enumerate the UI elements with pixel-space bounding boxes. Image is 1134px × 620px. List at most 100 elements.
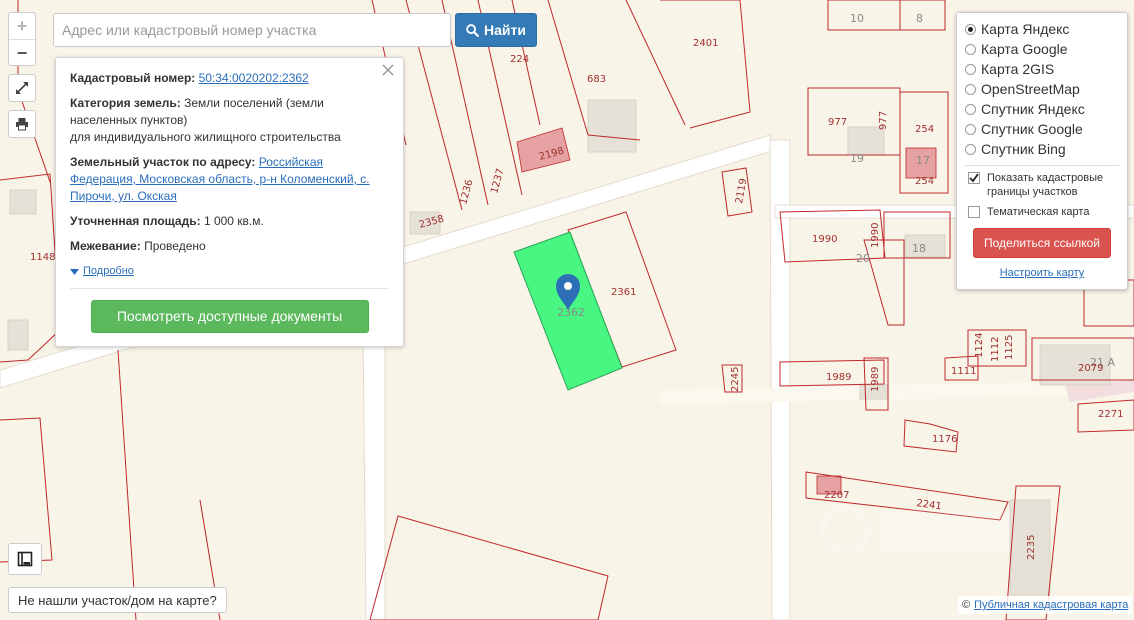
cadastral-number-link[interactable]: 50:34:0020202:2362 (199, 71, 309, 85)
label-254a: 254 (915, 124, 934, 135)
map-type-label: Карта Google (981, 41, 1068, 57)
radio-button[interactable] (965, 83, 976, 95)
configure-map-link[interactable]: Настроить карту (965, 267, 1119, 279)
label-19: 19 (850, 152, 864, 165)
show-boundaries-checkbox-row[interactable]: Показать кадастровые границы участков (965, 171, 1119, 199)
label-683: 683 (587, 74, 606, 85)
details-toggle[interactable]: Подробно (70, 263, 389, 280)
label-2245: 2245 (730, 367, 741, 392)
map-type-label: Спутник Bing (981, 141, 1066, 157)
map-type-label: OpenStreetMap (981, 81, 1080, 97)
label-2271: 2271 (1098, 409, 1123, 420)
radio-button[interactable] (965, 63, 976, 75)
map-type-list: Карта Яндекс Карта Google Карта 2GIS OpenSt… (965, 19, 1119, 159)
search-button[interactable]: Найти (455, 13, 537, 47)
close-icon[interactable] (381, 63, 395, 77)
label-17: 17 (916, 154, 930, 167)
label-1990b: 1990 (870, 223, 881, 248)
radio-button[interactable] (965, 23, 976, 35)
map-type-option[interactable]: Карта Google (965, 39, 1119, 59)
label-18: 18 (912, 242, 926, 255)
label-2401: 2401 (693, 38, 718, 49)
address-label: Земельный участок по адресу: (70, 155, 256, 169)
zoom-in-button[interactable]: + (9, 13, 35, 40)
print-icon (16, 118, 28, 131)
label-8: 8 (916, 12, 923, 25)
map-type-label: Карта 2GIS (981, 61, 1055, 77)
label-1125: 1125 (1004, 335, 1015, 360)
checkmark-icon (969, 173, 979, 183)
copyright-symbol: © (962, 599, 971, 611)
label-977a: 977 (828, 117, 847, 128)
label-1124: 1124 (974, 333, 985, 358)
divider (965, 165, 1119, 166)
legend-icon (17, 551, 33, 567)
radio-selected-dot (968, 26, 973, 32)
search-input[interactable] (53, 13, 451, 47)
label-1111: 1111 (951, 366, 976, 377)
share-link-button[interactable]: Поделиться ссылкой (973, 228, 1111, 258)
attribution: © Публичная кадастровая карта (958, 596, 1133, 614)
label-10: 10 (850, 12, 864, 25)
thematic-map-checkbox[interactable] (968, 206, 980, 218)
map-type-label: Карта Яндекс (981, 21, 1070, 37)
area-row: Уточненная площадь: 1 000 кв.м. (70, 213, 389, 230)
map-type-option[interactable]: OpenStreetMap (965, 79, 1119, 99)
label-1989a: 1989 (826, 372, 851, 383)
caret-down-icon (70, 268, 79, 275)
label-1112: 1112 (990, 337, 1001, 362)
show-boundaries-label: Показать кадастровые границы участков (987, 172, 1104, 198)
zoom-out-button[interactable]: − (9, 40, 35, 66)
radio-button[interactable] (965, 103, 976, 115)
legend-button[interactable] (8, 543, 42, 575)
area-label: Уточненная площадь: (70, 214, 201, 228)
label-1148: 1148 (30, 252, 55, 263)
thematic-map-checkbox-row[interactable]: Тематическая карта (965, 205, 1119, 219)
fullscreen-button[interactable] (8, 74, 36, 102)
view-documents-button[interactable]: Посмотреть доступные документы (90, 300, 369, 333)
thematic-map-label: Тематическая карта (987, 206, 1090, 218)
map-layers-panel: Карта Яндекс Карта Google Карта 2GIS OpenSt… (956, 12, 1128, 290)
expand-icon (16, 82, 28, 94)
divider (70, 288, 389, 289)
label-977b: 977 (878, 111, 889, 130)
map-type-option[interactable]: Спутник Google (965, 119, 1119, 139)
search-button-label: Найти (484, 22, 526, 38)
label-1989b: 1989 (870, 367, 881, 392)
label-20: 20 (856, 252, 870, 265)
label-2079: 2079 (1078, 363, 1103, 374)
address-row: Земельный участок по адресу: Российская … (70, 154, 389, 205)
label-1176: 1176 (932, 434, 957, 445)
show-boundaries-checkbox[interactable] (968, 172, 980, 184)
radio-button[interactable] (965, 43, 976, 55)
land-category-row: Категория земель: Земли поселений (земли… (70, 95, 389, 146)
label-2235: 2235 (1026, 535, 1037, 560)
map-type-option[interactable]: Спутник Яндекс (965, 99, 1119, 119)
cadastral-number-label: Кадастровый номер: (70, 71, 196, 85)
not-found-button[interactable]: Не нашли участок/дом на карте? (8, 587, 227, 613)
land-use-value: для индивидуального жилищного строительс… (70, 130, 341, 144)
map-type-label: Спутник Яндекс (981, 101, 1085, 117)
label-2362: 2362 (557, 306, 585, 319)
label-2207: 2207 (824, 490, 849, 501)
map-type-option[interactable]: Карта 2GIS (965, 59, 1119, 79)
map-type-label: Спутник Google (981, 121, 1083, 137)
label-254b: 254 (915, 176, 934, 187)
radio-button[interactable] (965, 143, 976, 155)
map-type-option[interactable]: Спутник Bing (965, 139, 1119, 159)
label-224: 224 (510, 54, 529, 65)
map-type-option[interactable]: Карта Яндекс (965, 19, 1119, 39)
attribution-link[interactable]: Публичная кадастровая карта (974, 599, 1128, 611)
details-link[interactable]: Подробно (83, 263, 134, 280)
survey-value: Проведено (144, 239, 206, 253)
parcel-info-popup: Кадастровый номер: 50:34:0020202:2362 Ка… (55, 57, 404, 347)
zoom-control: + − (8, 12, 36, 66)
survey-row: Межевание: Проведено (70, 238, 389, 255)
cadastral-number-row: Кадастровый номер: 50:34:0020202:2362 (70, 70, 389, 87)
print-button[interactable] (8, 110, 36, 138)
search-icon (466, 23, 480, 37)
label-1990a: 1990 (812, 234, 837, 245)
radio-button[interactable] (965, 123, 976, 135)
land-category-label: Категория земель: (70, 96, 181, 110)
area-value: 1 000 кв.м. (203, 214, 264, 228)
